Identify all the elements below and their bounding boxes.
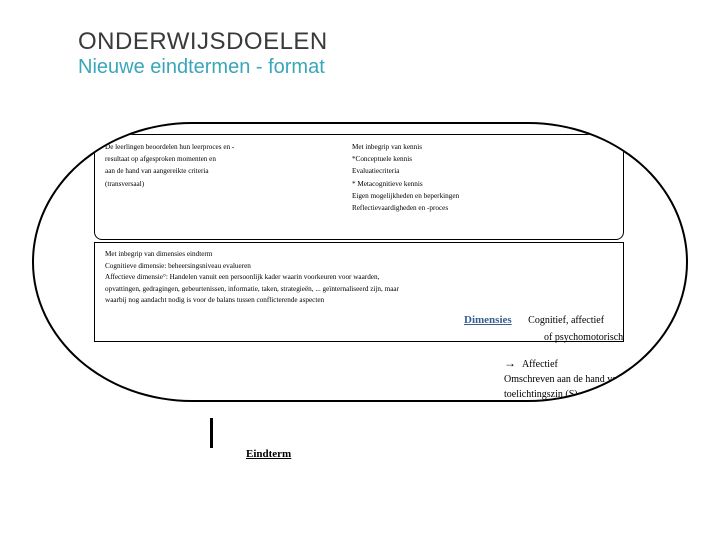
text-line: resultaat op afgesproken momenten en [105,153,346,165]
affectief-body: Omschreven aan de hand van toelichtingsz… [504,372,674,402]
eindterm-label: Eindterm [246,448,291,460]
text-line: * Metacognitieve kennis [352,178,613,190]
text-line: Eigen mogelijkheden en beperkingen [352,190,613,202]
text-line: *Conceptuele kennis [352,153,613,165]
text-line: Met inbegrip van dimensies eindterm [105,249,613,261]
text-line: aan de hand van aangereikte criteria [105,165,346,177]
arrow-right-icon: → [504,356,516,370]
text-line: Cognitieve dimensie: beheersingsniveau e… [105,261,613,273]
of-line: of psychomotorisch [544,332,623,343]
dimensies-value: Cognitief, affectief [528,315,604,326]
format-oval: Kennis De leerlingen beoordelen hun leer… [32,122,688,402]
page-subtitle: Nieuwe eindtermen - format [78,56,328,79]
text-line: waarbij nog aandacht nodig is voor de ba… [105,295,613,307]
text-line: Affectieve dimensie°: Handelen vanuit ee… [105,272,613,284]
kennis-box: De leerlingen beoordelen hun leerproces … [94,134,624,240]
text-line: Reflectievaardigheden en -proces [352,202,613,214]
dimensies-label: Dimensies [464,314,512,326]
page-title: ONDERWIJSDOELEN [78,28,328,56]
text-line: Evaluatiecriteria [352,165,613,177]
dimensies-box: Met inbegrip van dimensies eindterm Cogn… [94,242,624,342]
text-line: Met inbegrip van kennis [352,141,613,153]
text-line: opvattingen, gedragingen, gebeurtenissen… [105,284,613,296]
affectief-block: → Affectief Omschreven aan de hand van t… [504,354,674,402]
dimensies-row: Dimensies Cognitief, affectief [464,314,604,326]
affectief-title: Affectief [522,359,558,370]
text-line: (transversaal) [105,178,346,190]
connector-bar [210,418,213,448]
kennis-label: Kennis [635,136,668,148]
text-line: De leerlingen beoordelen hun leerproces … [105,141,346,153]
